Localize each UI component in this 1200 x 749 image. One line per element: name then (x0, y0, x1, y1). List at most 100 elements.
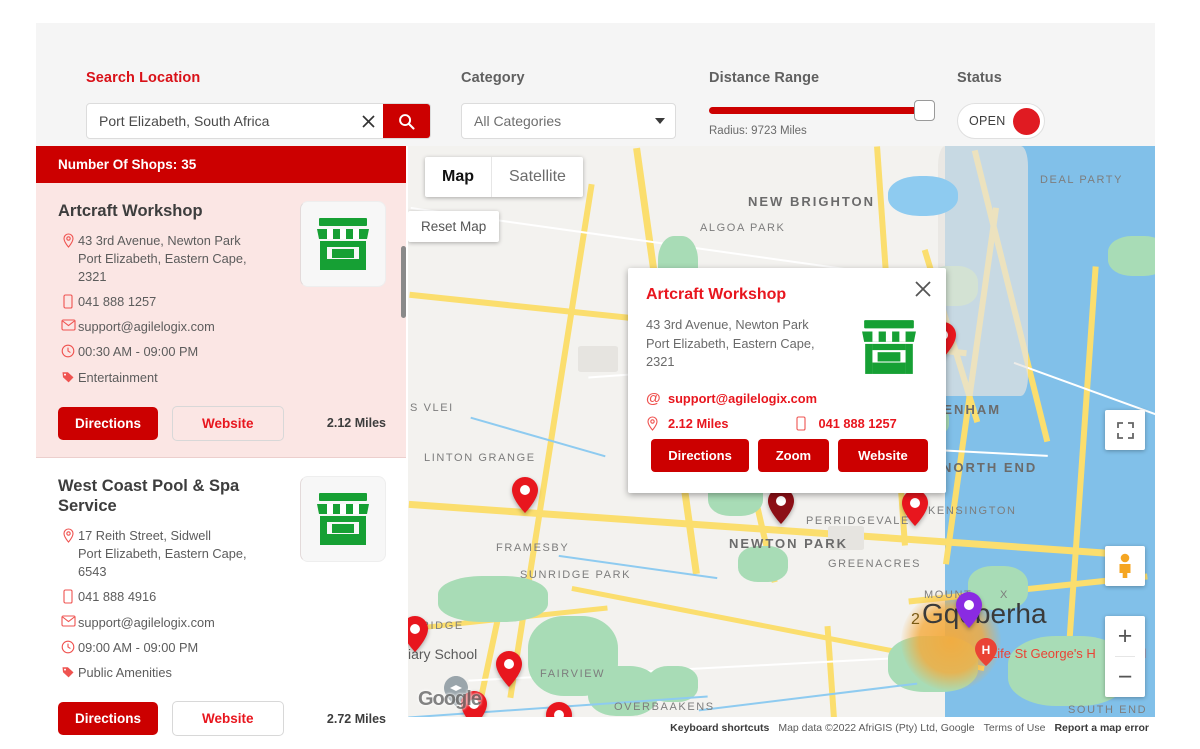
search-location-field[interactable] (86, 103, 431, 139)
zoom-in-button[interactable]: + (1105, 616, 1145, 656)
map-building (578, 346, 618, 372)
reset-map-button[interactable]: Reset Map (408, 211, 499, 242)
shop-address-line3: 6543 (78, 564, 106, 579)
category-label-text: Category (461, 70, 525, 86)
shop-phone-row: 041 888 4916 (58, 588, 284, 606)
shop-map-marker[interactable] (408, 616, 428, 652)
info-window-address: 43 3rd Avenue, Newton Park Port Elizabet… (646, 316, 815, 378)
map-container[interactable]: DEAL PARTY NEW BRIGHTON ALGOA PARK DENHA… (408, 146, 1155, 717)
status-toggle-knob[interactable] (1013, 108, 1040, 135)
clock-icon (58, 639, 78, 654)
shops-count-value: 35 (181, 157, 196, 172)
distance-range-label-text: Distance Range (709, 70, 819, 86)
envelope-icon (58, 614, 78, 627)
info-phone-group: 041 888 1257 (796, 416, 896, 431)
map-type-control[interactable]: Map Satellite (425, 157, 583, 197)
shop-category: Public Amenities (78, 664, 172, 682)
shop-map-marker[interactable] (902, 490, 928, 526)
map-label: NEWTON PARK (729, 536, 848, 551)
pegman-icon (1114, 553, 1136, 579)
status-toggle-label: OPEN (969, 114, 1006, 128)
shop-category-row: Entertainment (58, 369, 284, 387)
shop-name: West Coast Pool & Spa Service (58, 476, 258, 517)
shop-card[interactable]: Artcraft Workshop 43 3rd Avenue, Newton … (36, 183, 406, 458)
storelocator-page: Search Location Category All Categories … (0, 0, 1200, 749)
website-button[interactable]: Website (172, 701, 284, 736)
map-label: SUNRIDGE PARK (520, 569, 631, 581)
shops-count-header: Number Of Shops: 35 (36, 146, 406, 183)
clear-search-icon[interactable] (353, 104, 383, 138)
map-label: S VLEI (410, 402, 454, 414)
slider-thumb[interactable] (914, 100, 935, 121)
shop-address: 43 3rd Avenue, Newton Park Port Elizabet… (78, 232, 247, 286)
slider-track[interactable] (709, 107, 926, 114)
info-directions-button[interactable]: Directions (651, 439, 749, 472)
fullscreen-icon (1117, 422, 1134, 439)
storefront-icon (314, 216, 372, 272)
category-select[interactable]: All Categories (461, 103, 676, 139)
shop-address-line1: 43 3rd Avenue, Newton Park (78, 233, 241, 248)
map-type-map[interactable]: Map (425, 157, 492, 197)
shop-email: support@agilelogix.com (78, 318, 215, 336)
search-input[interactable] (87, 113, 353, 129)
map-data-attribution: Map data ©2022 AfriGIS (Pty) Ltd, Google (778, 722, 974, 734)
shop-hours: 00:30 AM - 09:00 PM (78, 343, 198, 361)
map-label: FAIRVIEW (540, 668, 605, 680)
info-zoom-button[interactable]: Zoom (758, 439, 829, 472)
shop-hours-row: 09:00 AM - 09:00 PM (58, 639, 284, 657)
status-toggle[interactable]: OPEN (957, 103, 1045, 139)
map-label: PERRIDGEVALE (806, 515, 910, 527)
map-type-satellite[interactable]: Satellite (492, 157, 583, 197)
map-park (1108, 236, 1155, 276)
hospital-marker-icon[interactable]: H (975, 638, 997, 666)
keyboard-shortcuts-link[interactable]: Keyboard shortcuts (670, 722, 769, 734)
map-park (738, 546, 788, 582)
shop-address-line2: Port Elizabeth, Eastern Cape, (78, 546, 247, 561)
shop-map-marker[interactable] (496, 651, 522, 687)
info-window-meta: @ support@agilelogix.com 2.12 Miles 041 … (646, 390, 928, 431)
search-icon[interactable] (383, 104, 430, 138)
zoom-control[interactable]: + − (1105, 616, 1145, 697)
info-address-line3: 2321 (646, 354, 674, 369)
info-email: support@agilelogix.com (668, 391, 817, 406)
info-window-thumbnail (856, 316, 922, 378)
shop-map-marker[interactable] (768, 488, 794, 524)
shop-hours-row: 00:30 AM - 09:00 PM (58, 343, 284, 361)
map-pin-icon (58, 527, 78, 543)
radius-caption: Radius: 9723 Miles (709, 125, 926, 137)
shop-distance: 2.72 Miles (327, 712, 386, 726)
report-map-error-link[interactable]: Report a map error (1054, 722, 1149, 734)
shop-thumbnail (300, 201, 386, 287)
current-location-marker[interactable] (956, 592, 982, 628)
zoom-out-button[interactable]: − (1105, 657, 1145, 697)
category-label: Category (461, 69, 525, 87)
info-distance-phone-row: 2.12 Miles 041 888 1257 (646, 416, 928, 431)
shops-sidebar[interactable]: Number Of Shops: 35 Artcraft Workshop 43… (36, 146, 406, 749)
map-label: NORTH END (942, 460, 1037, 475)
map-info-window[interactable]: Artcraft Workshop 43 3rd Avenue, Newton … (628, 268, 946, 493)
shop-card[interactable]: West Coast Pool & Spa Service 17 Reith S… (36, 458, 406, 749)
close-icon[interactable] (913, 279, 933, 303)
website-button[interactable]: Website (172, 406, 284, 441)
shop-actions: Directions Website 2.72 Miles (58, 701, 386, 736)
shop-address-line1: 17 Reith Street, Sidwell (78, 528, 211, 543)
sidebar-scrollbar[interactable] (401, 246, 406, 318)
shop-map-marker[interactable] (512, 477, 538, 513)
fullscreen-button[interactable] (1105, 410, 1145, 450)
map-pin-icon (58, 232, 78, 248)
street-view-pegman-button[interactable] (1105, 546, 1145, 586)
terms-of-use-link[interactable]: Terms of Use (984, 722, 1046, 734)
directions-button[interactable]: Directions (58, 702, 158, 735)
map-label: DEAL PARTY (1040, 174, 1123, 186)
directions-button[interactable]: Directions (58, 407, 158, 440)
distance-range-slider[interactable]: Radius: 9723 Miles (709, 107, 926, 137)
shop-details: West Coast Pool & Spa Service 17 Reith S… (58, 476, 294, 689)
shop-category: Entertainment (78, 369, 158, 387)
map-cluster-count: 2 (911, 611, 920, 629)
shop-map-marker[interactable] (546, 702, 572, 717)
map-label: OVERBAAKENS (614, 701, 715, 713)
info-website-button[interactable]: Website (838, 439, 928, 472)
map-label: LINTON GRANGE (424, 452, 536, 464)
info-window-actions: Directions Zoom Website (646, 439, 928, 472)
shop-address-row: 43 3rd Avenue, Newton Park Port Elizabet… (58, 232, 284, 286)
